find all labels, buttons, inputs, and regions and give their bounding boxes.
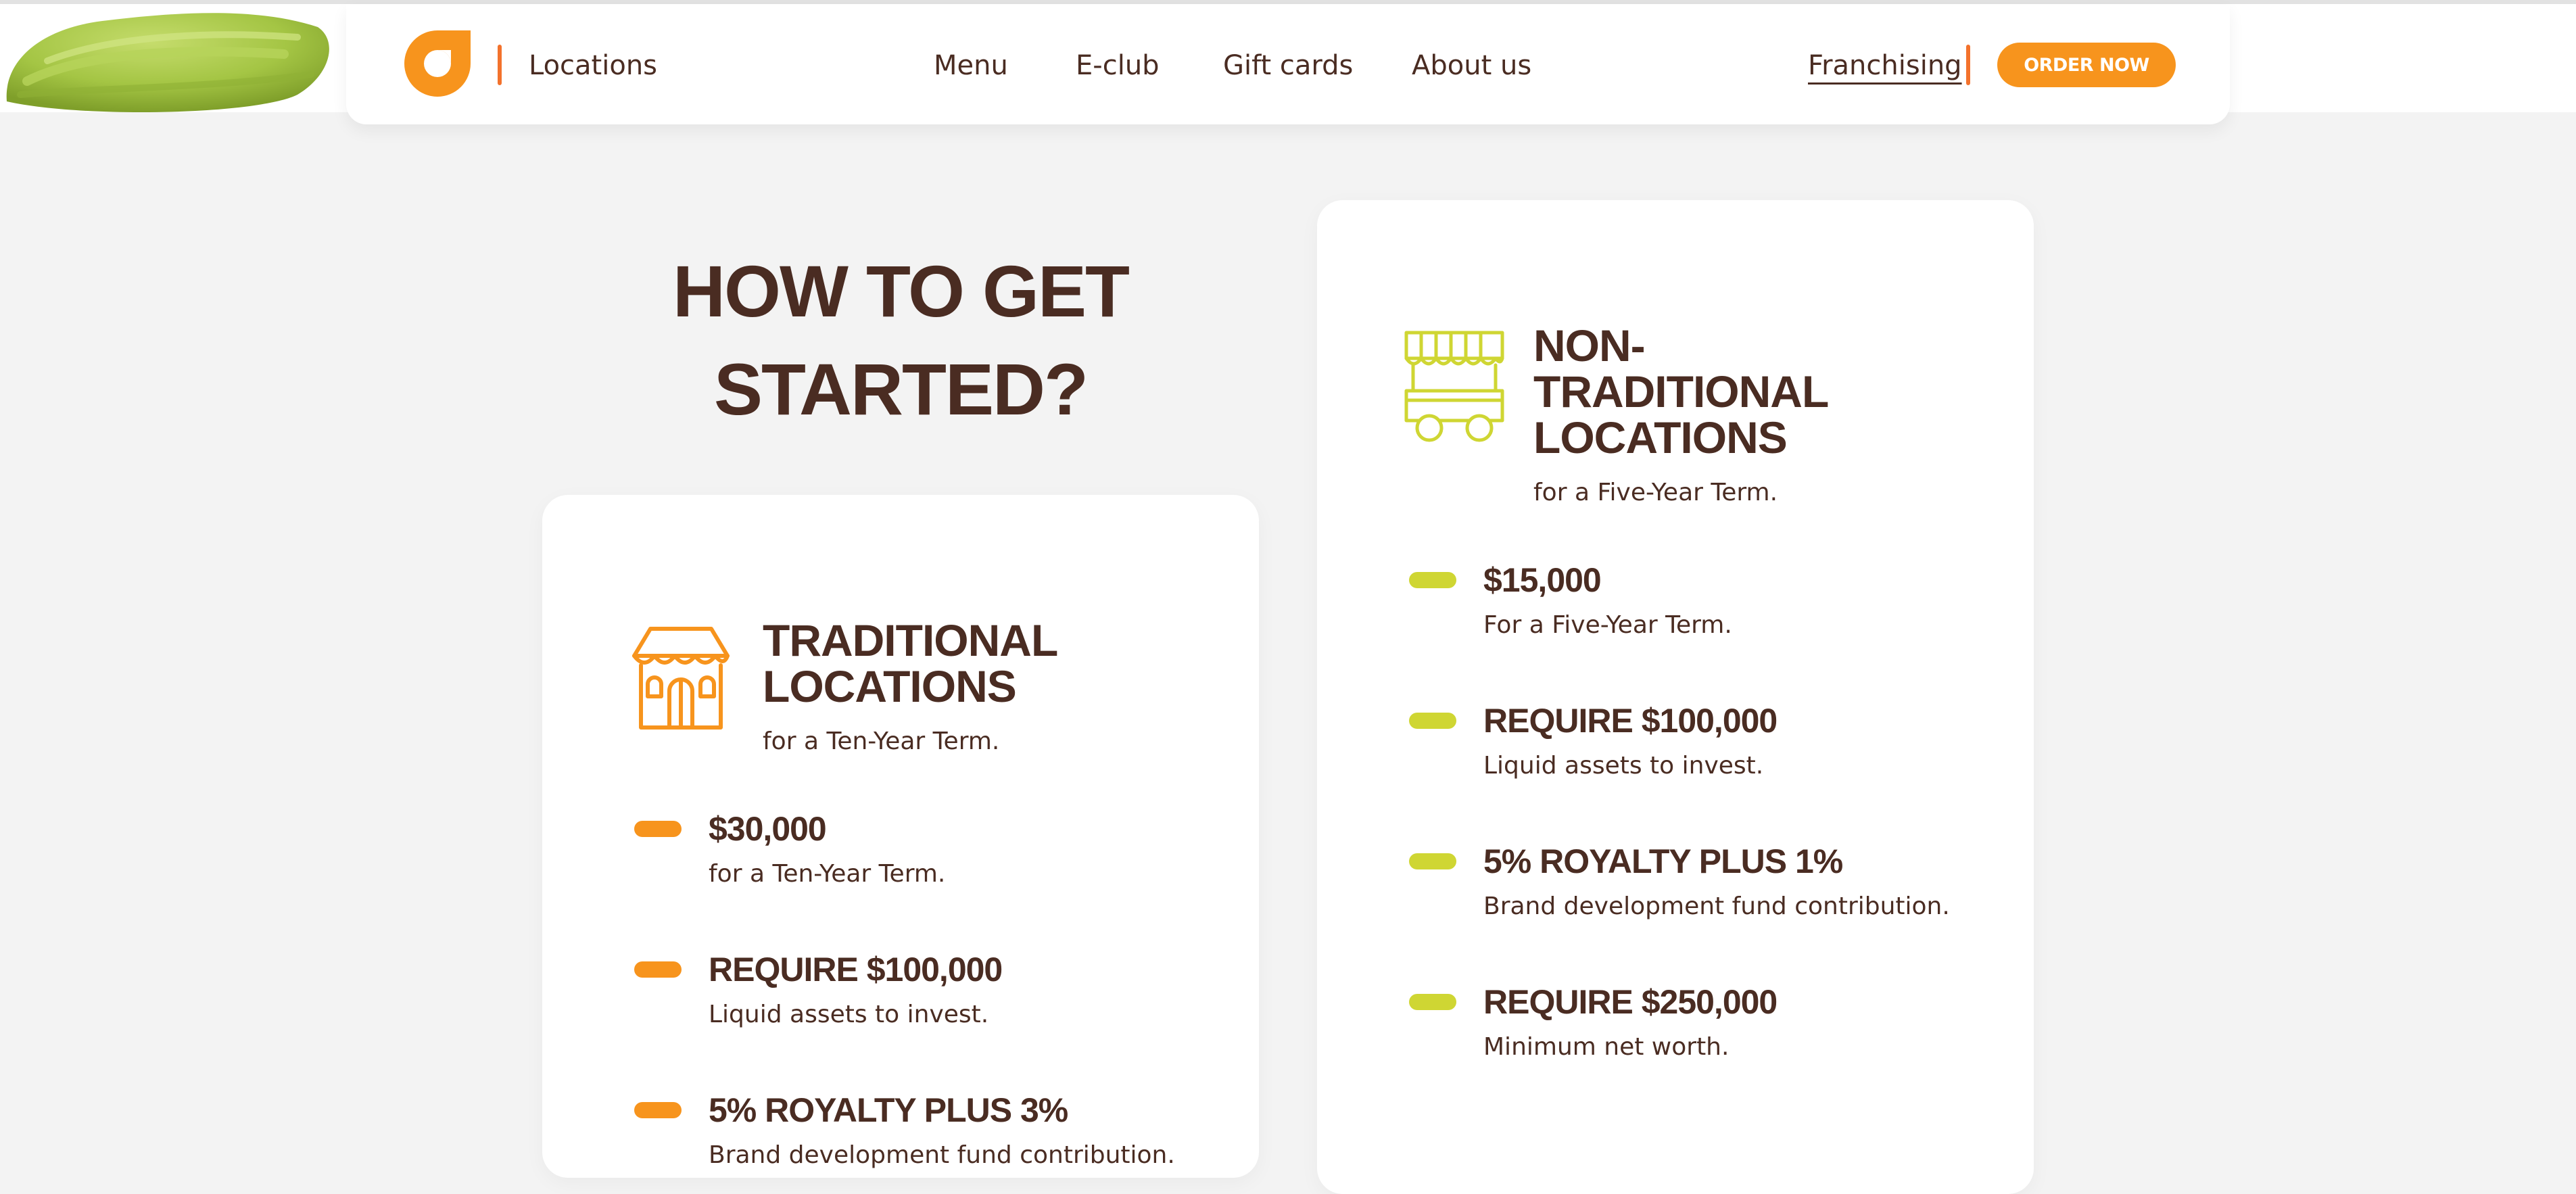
item-description: for a Ten-Year Term. xyxy=(709,860,946,888)
item-title: 5% ROYALTY PLUS 1% xyxy=(1483,842,1843,880)
nav-item-gift-cards[interactable]: Gift cards xyxy=(1223,50,1353,81)
traditional-locations-card: TRADITIONAL LOCATIONS for a Ten-Year Ter… xyxy=(542,495,1259,1178)
item-title: REQUIRE $100,000 xyxy=(709,951,1003,988)
nav-item-menu[interactable]: Menu xyxy=(934,50,1008,81)
item-description: For a Five-Year Term. xyxy=(1483,611,1732,639)
item-title: REQUIRE $250,000 xyxy=(1483,983,1778,1021)
nav-item-about-us[interactable]: About us xyxy=(1412,50,1531,81)
divider-bar xyxy=(1966,45,1970,85)
heading-line-1: HOW TO GET xyxy=(673,250,1130,332)
non-traditional-card-subtitle: for a Five-Year Term. xyxy=(1533,479,1778,506)
item-description: Brand development fund contribution. xyxy=(709,1141,1175,1169)
title-line-2: LOCATIONS xyxy=(763,661,1017,711)
title-line-1: TRADITIONAL xyxy=(763,615,1058,665)
non-traditional-card-title: NON- TRADITIONAL LOCATIONS xyxy=(1533,320,1829,462)
title-line-2: TRADITIONAL xyxy=(1533,366,1829,416)
item-description: Liquid assets to invest. xyxy=(709,1001,989,1028)
nav-franchising-link[interactable]: Franchising xyxy=(1808,50,1962,81)
divider-bar xyxy=(498,45,502,85)
bullet-dash xyxy=(634,1102,682,1118)
nav-item-eclub[interactable]: E-club xyxy=(1076,50,1160,81)
item-title: 5% ROYALTY PLUS 3% xyxy=(709,1091,1068,1129)
order-now-button[interactable]: ORDER NOW xyxy=(1997,43,2176,87)
title-line-1: NON- xyxy=(1533,320,1646,371)
bullet-dash xyxy=(1409,713,1456,729)
bullet-dash xyxy=(1409,572,1456,588)
item-description: Liquid assets to invest. xyxy=(1483,752,1764,780)
item-title: $15,000 xyxy=(1483,561,1602,599)
item-description: Minimum net worth. xyxy=(1483,1033,1730,1061)
non-traditional-locations-card: NON- TRADITIONAL LOCATIONS for a Five-Ye… xyxy=(1317,200,2034,1194)
section-heading: HOW TO GET STARTED? xyxy=(576,242,1225,438)
nav-locations-link[interactable]: Locations xyxy=(529,50,657,81)
bullet-dash xyxy=(1409,853,1456,869)
item-description: Brand development fund contribution. xyxy=(1483,892,1950,920)
food-cart-icon xyxy=(1402,329,1506,446)
traditional-card-subtitle: for a Ten-Year Term. xyxy=(763,727,1000,755)
item-title: REQUIRE $100,000 xyxy=(1483,702,1778,740)
brand-logo-icon[interactable] xyxy=(402,28,473,99)
storefront-icon xyxy=(629,623,733,734)
frozen-yogurt-image xyxy=(0,0,338,115)
top-navigation-bar: Locations Menu E-club Gift cards About u… xyxy=(346,4,2230,124)
bullet-dash xyxy=(634,821,682,837)
heading-line-2: STARTED? xyxy=(714,348,1089,430)
bullet-dash xyxy=(1409,994,1456,1010)
item-title: $30,000 xyxy=(709,810,827,848)
title-line-3: LOCATIONS xyxy=(1533,412,1788,462)
traditional-card-title: TRADITIONAL LOCATIONS xyxy=(763,615,1058,711)
bullet-dash xyxy=(634,961,682,978)
